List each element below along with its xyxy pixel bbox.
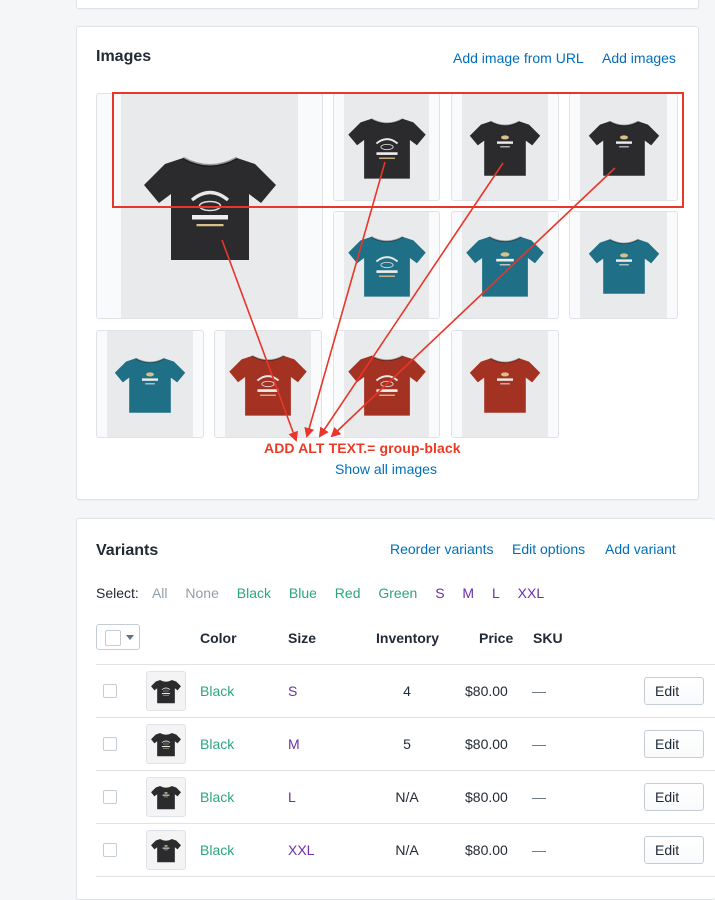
row-checkbox[interactable]: [103, 843, 117, 857]
row-checkbox[interactable]: [103, 684, 117, 698]
product-image-9[interactable]: [214, 330, 322, 438]
product-image-11[interactable]: [451, 330, 559, 438]
variant-sku: —: [532, 736, 546, 752]
tshirt-icon: [346, 354, 427, 417]
variant-thumbnail: [146, 724, 186, 764]
select-red[interactable]: Red: [335, 585, 361, 601]
tshirt-icon: [587, 238, 660, 295]
tshirt-icon: [150, 785, 182, 810]
variant-inventory: N/A: [395, 842, 419, 858]
divider: [96, 717, 715, 718]
header-color[interactable]: Color: [200, 630, 237, 646]
variants-title: Variants: [96, 542, 159, 559]
variant-color: Black: [200, 789, 235, 805]
header-inventory[interactable]: Inventory: [376, 630, 439, 646]
variant-sku: —: [532, 789, 546, 805]
edit-options-link[interactable]: Edit options: [512, 541, 585, 557]
product-image-3[interactable]: [451, 93, 559, 201]
variant-color: Black: [200, 842, 235, 858]
add-variant-link[interactable]: Add variant: [605, 541, 676, 557]
variant-price: $80.00: [465, 683, 508, 699]
variant-size: L: [288, 789, 296, 805]
variant-color: Black: [200, 683, 235, 699]
variant-price: $80.00: [465, 736, 508, 752]
tshirt-icon: [465, 235, 545, 298]
row-checkbox[interactable]: [103, 737, 117, 751]
divider: [96, 770, 715, 771]
variant-sku: —: [532, 683, 546, 699]
add-image-from-url-link[interactable]: Add image from URL: [453, 50, 584, 66]
variant-sku: —: [532, 842, 546, 858]
show-all-images-link[interactable]: Show all images: [335, 461, 437, 477]
tshirt-icon: [468, 357, 542, 414]
divider: [96, 664, 715, 665]
images-title: Images: [96, 48, 152, 65]
variant-price: $80.00: [465, 789, 508, 805]
checkbox-icon: [105, 630, 121, 646]
annotation-text: ADD ALT TEXT.= group-black: [264, 440, 461, 456]
header-size[interactable]: Size: [288, 630, 316, 646]
select-all[interactable]: All: [152, 585, 168, 601]
select-none[interactable]: None: [185, 585, 218, 601]
row-checkbox[interactable]: [103, 790, 117, 804]
select-s[interactable]: S: [435, 585, 444, 601]
tshirt-icon: [228, 354, 308, 417]
variant-select-filters: Select: All None Black Blue Red Green S …: [96, 585, 558, 601]
edit-variant-button[interactable]: Edit: [644, 677, 704, 705]
product-details-card: [76, 0, 699, 9]
reorder-variants-link[interactable]: Reorder variants: [390, 541, 494, 557]
header-price[interactable]: Price: [479, 630, 513, 646]
tshirt-icon: [141, 156, 278, 262]
product-image-2[interactable]: [333, 93, 440, 201]
edit-variant-button[interactable]: Edit: [644, 783, 704, 811]
variant-color: Black: [200, 736, 235, 752]
add-images-link[interactable]: Add images: [602, 50, 676, 66]
variant-size: S: [288, 683, 298, 699]
bulk-select-checkbox[interactable]: [96, 624, 140, 650]
variant-thumbnail: [146, 671, 186, 711]
divider: [96, 823, 715, 824]
variant-size: XXL: [288, 842, 315, 858]
product-image-5[interactable]: [333, 211, 440, 319]
select-blue[interactable]: Blue: [289, 585, 317, 601]
select-label: Select:: [96, 585, 139, 601]
variant-price: $80.00: [465, 842, 508, 858]
tshirt-icon: [346, 235, 427, 298]
product-image-1[interactable]: [96, 93, 323, 319]
tshirt-icon: [468, 120, 542, 177]
select-m[interactable]: M: [462, 585, 474, 601]
tshirt-icon: [587, 120, 660, 177]
edit-variant-button[interactable]: Edit: [644, 730, 704, 758]
product-image-6[interactable]: [451, 211, 559, 319]
select-green[interactable]: Green: [378, 585, 417, 601]
tshirt-icon: [150, 838, 182, 863]
variant-inventory: N/A: [395, 789, 419, 805]
product-image-4[interactable]: [569, 93, 678, 201]
edit-variant-button[interactable]: Edit: [644, 836, 704, 864]
tshirt-icon: [114, 357, 186, 414]
variant-thumbnail: [146, 830, 186, 870]
tshirt-icon: [346, 117, 427, 180]
tshirt-icon: [150, 679, 182, 704]
variant-size: M: [288, 736, 300, 752]
header-sku[interactable]: SKU: [533, 630, 563, 646]
select-black[interactable]: Black: [237, 585, 271, 601]
select-l[interactable]: L: [492, 585, 500, 601]
variant-inventory: 5: [403, 736, 411, 752]
product-image-10[interactable]: [333, 330, 440, 438]
divider: [96, 876, 715, 877]
product-image-8[interactable]: [96, 330, 204, 438]
product-image-7[interactable]: [569, 211, 678, 319]
select-xxl[interactable]: XXL: [518, 585, 544, 601]
variant-thumbnail: [146, 777, 186, 817]
chevron-down-icon: [126, 635, 134, 640]
variant-inventory: 4: [403, 683, 411, 699]
tshirt-icon: [150, 732, 182, 757]
